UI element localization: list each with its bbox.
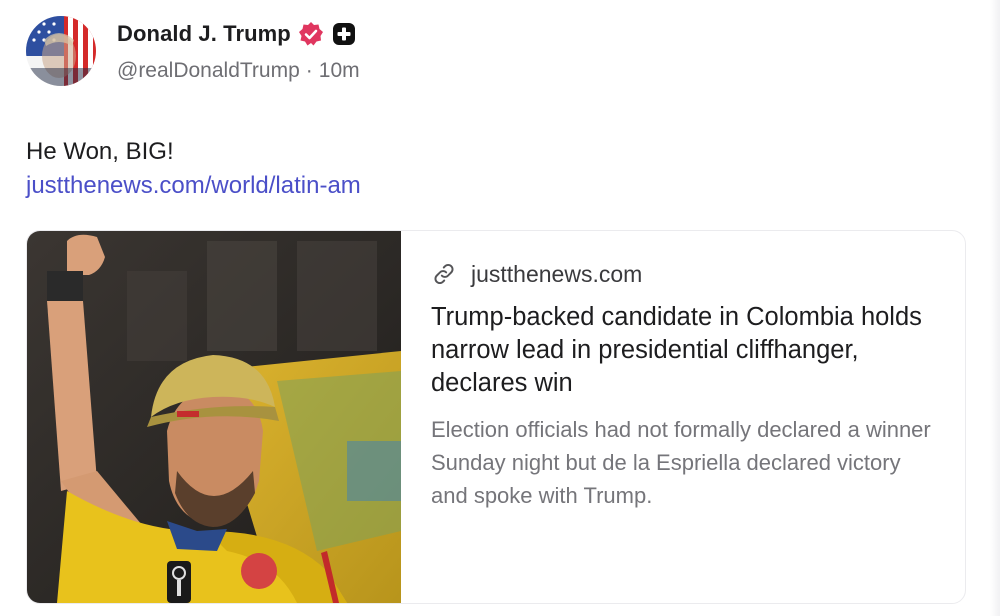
right-edge-shade: [990, 0, 1000, 616]
post-text: He Won, BIG!: [26, 138, 174, 165]
post-header: Donald J. Trump @realDonaldTrump · 10m: [26, 16, 626, 88]
link-preview-description: Election officials had not formally decl…: [431, 417, 931, 508]
name-row: Donald J. Trump: [117, 18, 356, 50]
link-preview-card[interactable]: justthenews.com Trump-backed candidate i…: [26, 230, 966, 604]
link-preview-image: [27, 231, 401, 603]
post-body: He Won, BIG! justthenews.com/world/latin…: [26, 136, 726, 202]
link-preview-title: Trump-backed candidate in Colombia holds…: [431, 303, 922, 397]
post-link[interactable]: justthenews.com/world/latin-am: [26, 170, 726, 202]
verified-badge-icon: [298, 21, 324, 47]
author-avatar[interactable]: [26, 16, 96, 86]
plus-badge-icon: [332, 22, 356, 46]
author-meta: @realDonaldTrump · 10m: [117, 59, 360, 83]
meta-separator: ·: [305, 59, 313, 82]
link-icon: [431, 261, 457, 287]
author-display-name[interactable]: Donald J. Trump: [117, 21, 291, 47]
link-preview-domain-row: justthenews.com: [431, 259, 941, 289]
link-preview-domain: justthenews.com: [471, 260, 643, 287]
author-handle[interactable]: @realDonaldTrump: [117, 59, 300, 82]
link-preview-content: justthenews.com Trump-backed candidate i…: [431, 259, 941, 512]
post-timestamp[interactable]: 10m: [319, 59, 360, 82]
